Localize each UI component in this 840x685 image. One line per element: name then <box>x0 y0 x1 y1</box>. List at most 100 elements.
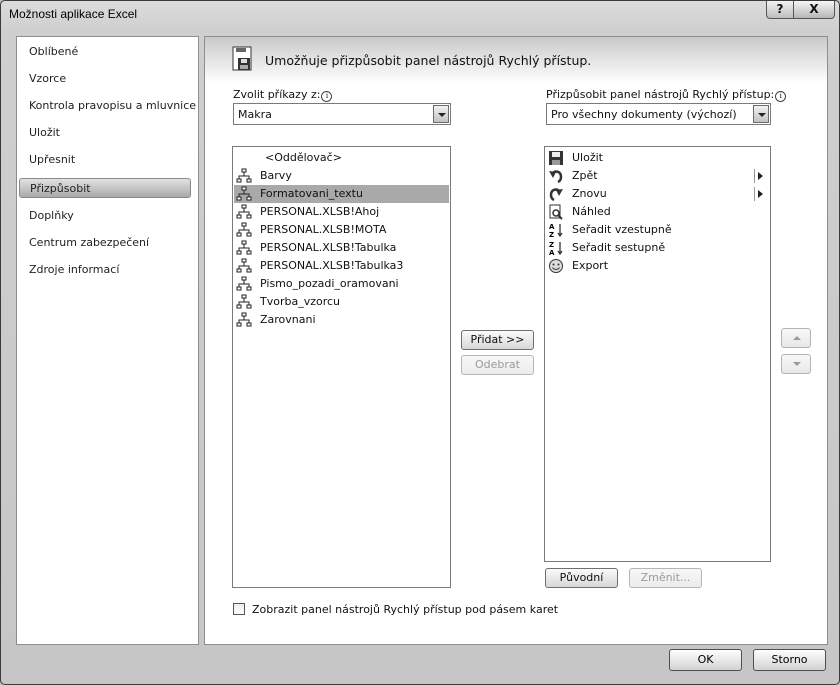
list-item[interactable]: PERSONAL.XLSB!MOTA <box>234 221 449 239</box>
list-item-label: Zpět <box>572 169 598 182</box>
macro-icon <box>236 168 252 183</box>
list-item[interactable]: <Oddělovač> <box>234 149 449 167</box>
list-item-label: PERSONAL.XLSB!Tabulka <box>260 241 397 254</box>
list-item[interactable]: Znovu <box>546 185 769 203</box>
macro-icon <box>236 276 252 291</box>
list-item-label: Formatovani_textu <box>260 187 363 200</box>
list-item[interactable]: PERSONAL.XLSB!Tabulka <box>234 239 449 257</box>
save-icon <box>549 151 563 165</box>
list-item-label: Tvorba_vzorcu <box>260 295 341 308</box>
customize-qat-label: Přizpůsobit panel nástrojů Rychlý přístu… <box>546 88 787 102</box>
available-commands-list[interactable]: <Oddělovač> Barvy Formatovani_textu PERS… <box>232 146 451 588</box>
modify-button[interactable]: Změnit... <box>629 568 702 588</box>
choose-commands-dropdown[interactable]: Makra <box>233 103 451 125</box>
sidebar-item-favorites[interactable]: Oblíbené <box>29 45 78 58</box>
customize-qat-dropdown[interactable]: Pro všechny dokumenty (výchozí) <box>546 103 771 125</box>
sidebar-item-addins[interactable]: Doplňky <box>29 209 74 222</box>
list-item[interactable]: Pismo_pozadi_oramovani <box>234 275 449 293</box>
window-title: Možnosti aplikace Excel <box>9 7 138 21</box>
sidebar-item-resources[interactable]: Zdroje informací <box>29 263 119 276</box>
macro-icon <box>236 204 252 219</box>
move-up-button[interactable] <box>781 328 811 348</box>
redo-icon <box>549 188 563 202</box>
list-item-label: Uložit <box>572 151 603 164</box>
reset-button[interactable]: Původní <box>545 568 618 588</box>
title-bar: Možnosti aplikace Excel ? X <box>1 1 839 29</box>
list-item-label: Pismo_pozadi_oramovani <box>260 277 399 290</box>
list-item-label: PERSONAL.XLSB!Tabulka3 <box>260 259 404 272</box>
sidebar-item-advanced[interactable]: Upřesnit <box>29 153 75 166</box>
sidebar-item-save[interactable]: Uložit <box>29 126 60 139</box>
svg-text:A: A <box>549 249 555 256</box>
info-icon: i <box>321 91 333 102</box>
close-button[interactable]: X <box>793 1 835 19</box>
svg-text:Z: Z <box>549 241 554 249</box>
chevron-down-icon[interactable] <box>753 105 769 123</box>
choose-commands-text: Zvolit příkazy z: <box>233 88 321 101</box>
remove-button[interactable]: Odebrat <box>461 355 534 375</box>
macro-icon <box>236 294 252 309</box>
undo-icon <box>549 170 563 184</box>
sidebar-item-trust-center[interactable]: Centrum zabezpečení <box>29 236 149 249</box>
chevron-up-icon <box>793 336 801 340</box>
list-item[interactable]: PERSONAL.XLSB!Tabulka3 <box>234 257 449 275</box>
list-item[interactable]: Zpět <box>546 167 769 185</box>
chevron-down-icon <box>793 362 801 366</box>
sidebar-item-proofing[interactable]: Kontrola pravopisu a mluvnice <box>29 99 196 112</box>
show-below-ribbon-label[interactable]: Zobrazit panel nástrojů Rychlý přístup p… <box>252 603 558 616</box>
choose-commands-value: Makra <box>238 108 272 121</box>
svg-text:Z: Z <box>549 231 554 238</box>
customize-panel: Umožňuje přizpůsobit panel nástrojů Rych… <box>204 36 828 645</box>
list-item[interactable]: Zarovnani <box>234 311 449 329</box>
excel-options-dialog: Možnosti aplikace Excel ? X Oblíbené Vzo… <box>0 0 840 685</box>
split-divider <box>754 169 755 183</box>
sidebar-item-formulas[interactable]: Vzorce <box>29 72 66 85</box>
sort-ascending-icon: AZ <box>549 223 563 238</box>
category-sidebar: Oblíbené Vzorce Kontrola pravopisu a mlu… <box>16 36 199 645</box>
chevron-right-icon[interactable] <box>758 190 763 198</box>
qat-commands-list[interactable]: Uložit Zpět Znovu Náhled AZ Seřadit vzes… <box>544 146 771 562</box>
smiley-icon <box>549 259 563 273</box>
list-item[interactable]: Náhled <box>546 203 769 221</box>
list-item-label: Barvy <box>260 169 292 182</box>
chevron-right-icon[interactable] <box>758 172 763 180</box>
customize-qat-text: Přizpůsobit panel nástrojů Rychlý přístu… <box>546 88 775 101</box>
choose-commands-label: Zvolit příkazy z: i <box>233 88 333 102</box>
macro-icon <box>236 240 252 255</box>
help-button[interactable]: ? <box>766 1 794 19</box>
cancel-button[interactable]: Storno <box>753 649 826 671</box>
list-item[interactable]: Export <box>546 257 769 275</box>
print-preview-icon <box>549 204 563 220</box>
list-item-selected[interactable]: Formatovani_textu <box>234 185 449 203</box>
list-item[interactable]: Uložit <box>546 149 769 167</box>
list-item-label: Znovu <box>572 187 607 200</box>
split-divider <box>754 187 755 201</box>
list-item-label: Seřadit sestupně <box>572 241 666 254</box>
list-item-label: Seřadit vzestupně <box>572 223 672 236</box>
list-item-label: PERSONAL.XLSB!MOTA <box>260 223 387 236</box>
macro-icon <box>236 312 252 327</box>
list-item[interactable]: ZA Seřadit sestupně <box>546 239 769 257</box>
show-below-ribbon-checkbox[interactable] <box>233 603 245 615</box>
list-item-label: Export <box>572 259 609 272</box>
list-item[interactable]: PERSONAL.XLSB!Ahoj <box>234 203 449 221</box>
sidebar-item-customize[interactable]: Přizpůsobit <box>19 178 191 198</box>
list-item-label: Zarovnani <box>260 313 316 326</box>
macro-icon <box>236 258 252 273</box>
add-button[interactable]: Přidat >> <box>461 330 534 350</box>
quick-access-toolbar-icon <box>232 46 252 71</box>
panel-description: Umožňuje přizpůsobit panel nástrojů Rych… <box>265 53 592 68</box>
move-down-button[interactable] <box>781 354 811 374</box>
ok-button[interactable]: OK <box>669 649 742 671</box>
macro-icon <box>236 186 252 201</box>
chevron-down-icon[interactable] <box>433 105 449 123</box>
panel-banner: Umožňuje přizpůsobit panel nástrojů Rych… <box>205 37 827 83</box>
list-item[interactable]: Barvy <box>234 167 449 185</box>
list-item-label: <Oddělovač> <box>265 151 342 164</box>
svg-text:A: A <box>549 223 555 231</box>
list-item-label: PERSONAL.XLSB!Ahoj <box>260 205 380 218</box>
list-item[interactable]: AZ Seřadit vzestupně <box>546 221 769 239</box>
macro-icon <box>236 222 252 237</box>
list-item[interactable]: Tvorba_vzorcu <box>234 293 449 311</box>
customize-qat-value: Pro všechny dokumenty (výchozí) <box>551 108 737 121</box>
